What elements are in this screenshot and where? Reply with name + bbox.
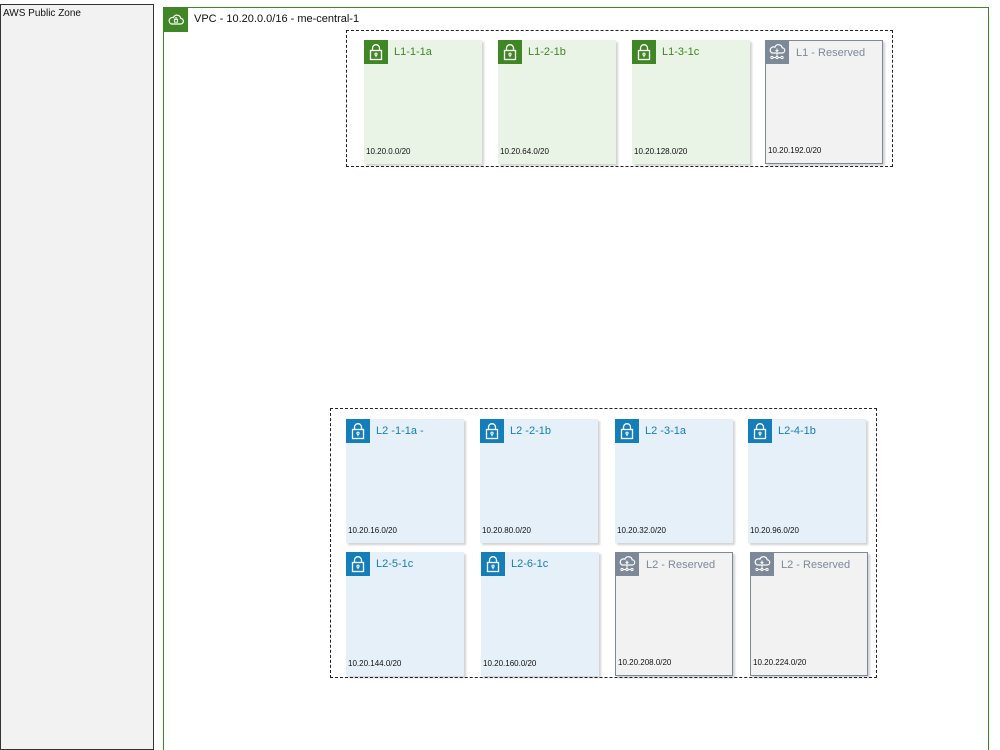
l1-subnet-1[interactable]: L1-1-1a 10.20.0.0/20 [364, 40, 482, 164]
l2-subnet-4[interactable]: L2-4-1b 10.20.96.0/20 [748, 419, 866, 543]
l2-subnet-3[interactable]: L2 -3-1a 10.20.32.0/20 [615, 419, 733, 543]
subnet-name: L2 -3-1a [645, 425, 686, 437]
lock-icon [615, 419, 639, 443]
lock-icon [748, 419, 772, 443]
subnet-name: L1-1-1a [394, 46, 432, 58]
subnet-cidr: 10.20.160.0/20 [483, 659, 537, 668]
subnet-name: L2-6-1c [511, 558, 549, 570]
subnet-name: L2 - Reserved [646, 559, 716, 571]
lock-icon [346, 552, 370, 576]
l1-subnet-3[interactable]: L1-3-1c 10.20.128.0/20 [632, 40, 750, 164]
lock-icon [346, 419, 370, 443]
l2-subnet-7[interactable]: L2 - Reserved 10.20.208.0/20 [615, 552, 733, 676]
subnet-cidr: 10.20.128.0/20 [634, 147, 688, 156]
cloud-icon [164, 8, 188, 32]
cloud-network-icon [750, 552, 774, 576]
cloud-network-icon [765, 40, 789, 64]
subnet-cidr: 10.20.80.0/20 [482, 526, 531, 535]
lock-icon [498, 40, 522, 64]
public-zone-label: AWS Public Zone [3, 8, 81, 19]
subnet-cidr: 10.20.96.0/20 [750, 526, 799, 535]
lock-icon [632, 40, 656, 64]
subnet-cidr: 10.20.0.0/20 [366, 147, 411, 156]
subnet-cidr: 10.20.224.0/20 [753, 658, 807, 667]
subnet-name: L2-4-1b [778, 425, 816, 437]
cloud-network-icon [615, 552, 639, 576]
subnet-cidr: 10.20.64.0/20 [500, 147, 549, 156]
architecture-diagram: AWS Public Zone VPC - 10.20.0.0/16 - me-… [0, 0, 1000, 750]
subnet-cidr: 10.20.144.0/20 [348, 659, 402, 668]
subnet-name: L2 -1-1a - [376, 425, 424, 437]
subnet-cidr: 10.20.192.0/20 [768, 146, 822, 155]
l2-subnet-1[interactable]: L2 -1-1a - 10.20.16.0/20 [346, 419, 464, 543]
subnet-cidr: 10.20.32.0/20 [617, 526, 666, 535]
l2-subnet-2[interactable]: L2 -2-1b 10.20.80.0/20 [480, 419, 598, 543]
l2-subnet-8[interactable]: L2 - Reserved 10.20.224.0/20 [750, 552, 868, 676]
subnet-name: L2 - Reserved [781, 559, 851, 571]
l2-subnet-5[interactable]: L2-5-1c 10.20.144.0/20 [346, 552, 464, 676]
subnet-name: L2-5-1c [376, 558, 414, 570]
subnet-name: L1-3-1c [662, 46, 700, 58]
lock-icon [481, 552, 505, 576]
subnet-cidr: 10.20.16.0/20 [348, 526, 397, 535]
l1-subnet-2[interactable]: L1-2-1b 10.20.64.0/20 [498, 40, 616, 164]
subnet-name: L1 - Reserved [796, 47, 866, 59]
vpc-title: VPC - 10.20.0.0/16 - me-central-1 [194, 13, 360, 25]
subnet-name: L1-2-1b [528, 46, 566, 58]
subnet-name: L2 -2-1b [510, 425, 551, 437]
aws-public-zone: AWS Public Zone [0, 4, 154, 750]
l2-subnet-6[interactable]: L2-6-1c 10.20.160.0/20 [481, 552, 599, 676]
subnet-cidr: 10.20.208.0/20 [618, 658, 672, 667]
l1-subnet-4[interactable]: L1 - Reserved 10.20.192.0/20 [765, 40, 883, 164]
lock-icon [480, 419, 504, 443]
lock-icon [364, 40, 388, 64]
